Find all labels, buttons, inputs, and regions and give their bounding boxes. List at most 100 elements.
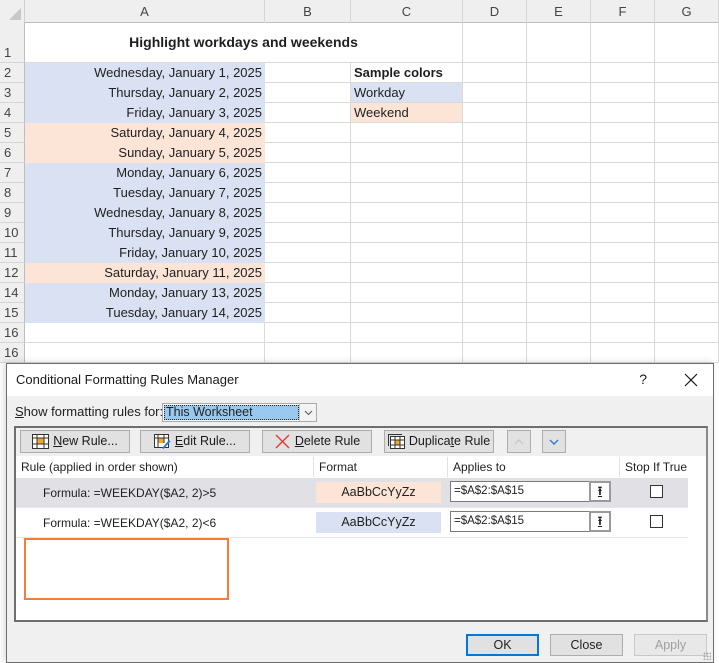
row-header[interactable]: 16 [0,343,25,363]
cell[interactable] [265,323,351,343]
row-header[interactable]: 10 [0,223,25,243]
sample-colors-header[interactable]: Sample colors [351,63,463,83]
cell[interactable] [463,63,527,83]
cell[interactable] [527,323,591,343]
cell[interactable] [463,323,527,343]
sheet-title[interactable]: Highlight workdays and weekends [25,23,463,63]
cell[interactable] [265,303,351,323]
move-down-button[interactable] [542,430,566,453]
help-button[interactable]: ? [639,371,647,387]
delete-rule-button[interactable]: Delete Rule [262,430,372,453]
cell[interactable] [591,123,655,143]
cell[interactable] [527,343,591,363]
cell[interactable] [351,143,463,163]
dropdown-button[interactable] [299,404,316,421]
row-header[interactable]: 5 [0,123,25,143]
date-cell[interactable]: Thursday, January 2, 2025 [25,83,265,103]
cell[interactable] [463,243,527,263]
cell[interactable] [351,203,463,223]
cell[interactable] [591,323,655,343]
cell[interactable] [655,143,719,163]
row-header[interactable]: 16 [0,323,25,343]
cell[interactable] [655,163,719,183]
cell[interactable] [463,303,527,323]
cell[interactable] [655,283,719,303]
close-dialog-button[interactable]: Close [550,634,623,656]
date-cell[interactable]: Thursday, January 9, 2025 [25,223,265,243]
row-header[interactable]: 3 [0,83,25,103]
cell[interactable] [351,263,463,283]
cell[interactable] [265,203,351,223]
cell[interactable] [265,163,351,183]
row-header[interactable]: 7 [0,163,25,183]
cell[interactable] [527,223,591,243]
cell[interactable] [591,243,655,263]
row-header[interactable]: 2 [0,63,25,83]
date-cell[interactable]: Tuesday, January 7, 2025 [25,183,265,203]
date-cell[interactable]: Monday, January 6, 2025 [25,163,265,183]
duplicate-rule-button[interactable]: Duplicate Rule [384,430,494,453]
apply-button[interactable]: Apply [634,634,707,656]
cell[interactable] [655,123,719,143]
row-header[interactable]: 11 [0,243,25,263]
cell[interactable] [527,23,591,63]
cell[interactable] [351,123,463,143]
cell[interactable] [351,283,463,303]
cell[interactable] [25,323,265,343]
date-cell[interactable]: Friday, January 3, 2025 [25,103,265,123]
cell[interactable] [591,203,655,223]
cell[interactable] [351,303,463,323]
cell[interactable] [265,343,351,363]
cell[interactable] [351,163,463,183]
cell[interactable] [655,103,719,123]
cell[interactable] [265,243,351,263]
row-header[interactable]: 12 [0,263,25,283]
cell[interactable] [655,243,719,263]
cell[interactable] [265,63,351,83]
move-up-button[interactable] [507,430,531,453]
date-cell[interactable]: Friday, January 10, 2025 [25,243,265,263]
cell[interactable] [655,83,719,103]
cell[interactable] [463,223,527,243]
date-cell[interactable]: Saturday, January 11, 2025 [25,263,265,283]
cell[interactable] [351,243,463,263]
date-cell[interactable]: Monday, January 13, 2025 [25,283,265,303]
cell[interactable] [463,23,527,63]
collapse-range-button[interactable]: ⭱ [589,511,611,532]
select-all-corner[interactable] [0,0,25,23]
row-header[interactable]: 14 [0,283,25,303]
row-header[interactable]: 4 [0,103,25,123]
date-cell[interactable]: Tuesday, January 14, 2025 [25,303,265,323]
cell[interactable] [265,103,351,123]
cell[interactable] [527,103,591,123]
row-header[interactable]: 6 [0,143,25,163]
resize-grip[interactable] [703,652,711,660]
column-header-e[interactable]: E [527,0,591,23]
cell[interactable] [463,283,527,303]
cell[interactable] [527,143,591,163]
cell[interactable] [591,283,655,303]
cell[interactable] [351,323,463,343]
cell[interactable] [591,23,655,63]
cell[interactable] [265,223,351,243]
cell[interactable] [463,83,527,103]
cell[interactable] [591,63,655,83]
cell[interactable] [463,263,527,283]
cell[interactable] [265,283,351,303]
row-header[interactable]: 15 [0,303,25,323]
show-rules-dropdown[interactable]: This Worksheet [162,403,317,422]
stop-if-true-checkbox[interactable] [650,515,663,528]
sample-workday-cell[interactable]: Workday [351,83,463,103]
column-header-g[interactable]: G [655,0,719,23]
cell[interactable] [463,103,527,123]
date-cell[interactable]: Wednesday, January 1, 2025 [25,63,265,83]
cell[interactable] [591,163,655,183]
rule-row[interactable]: Formula: =WEEKDAY($A2, 2)<6 AaBbCcYyZz =$A… [16,508,688,538]
column-header-b[interactable]: B [265,0,351,23]
new-rule-button[interactable]: New Rule... [20,430,130,453]
cell[interactable] [591,223,655,243]
stop-if-true-checkbox[interactable] [650,485,663,498]
cell[interactable] [351,343,463,363]
cell[interactable] [655,183,719,203]
cell[interactable] [463,343,527,363]
